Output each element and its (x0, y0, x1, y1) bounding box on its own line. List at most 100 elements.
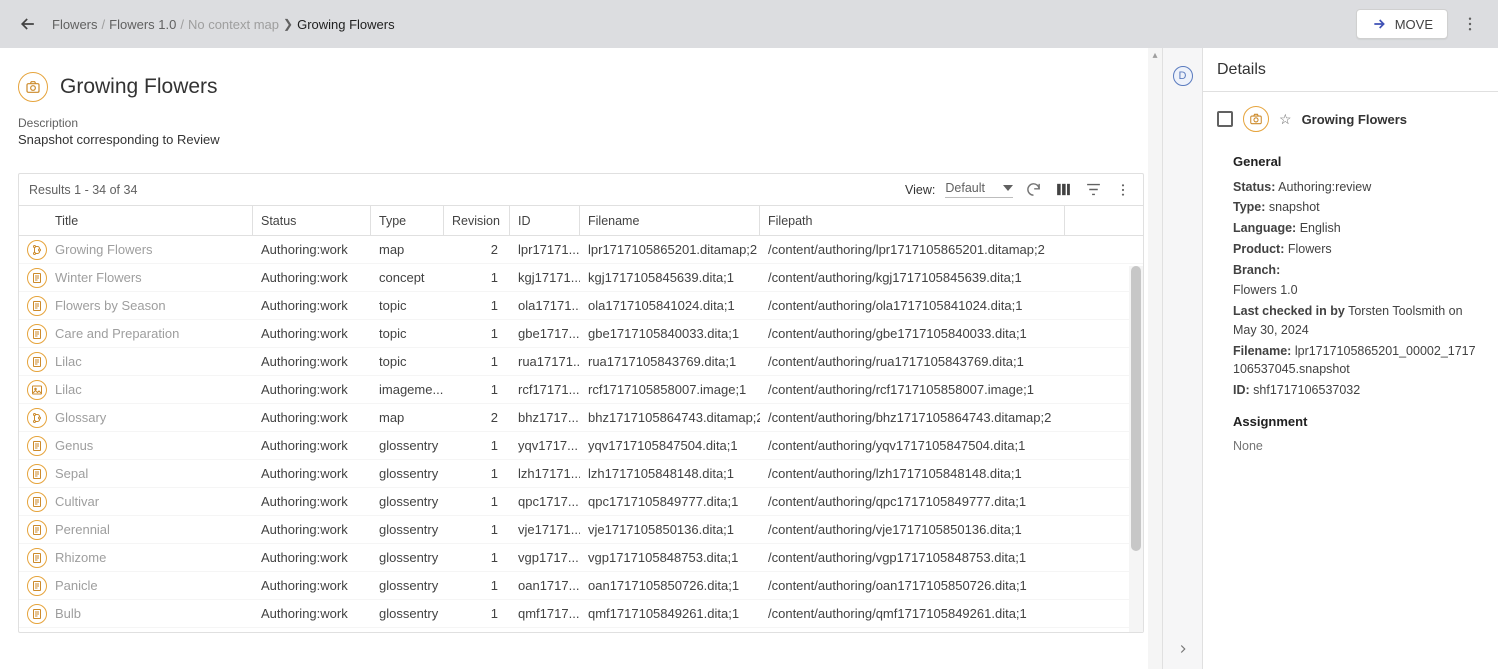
row-title-link[interactable]: Genus (55, 438, 93, 453)
collapse-panel[interactable] (1176, 642, 1190, 659)
table-row[interactable]: Care and PreparationAuthoring:worktopic1… (19, 320, 1143, 348)
row-type: glossentry (371, 488, 444, 515)
row-status: Authoring:work (253, 264, 371, 291)
refresh-button[interactable] (1023, 180, 1043, 200)
table-row[interactable]: LilacAuthoring:workimageme...1rcf17171..… (19, 376, 1143, 404)
row-title-link[interactable]: Lilac (55, 354, 82, 369)
row-id: qmf1717... (510, 600, 580, 627)
table-row[interactable]: GenusAuthoring:workglossentry1yqv1717...… (19, 432, 1143, 460)
table-row[interactable]: PanicleAuthoring:workglossentry1oan1717.… (19, 572, 1143, 600)
row-type-icon (27, 240, 47, 260)
row-title-link[interactable]: Care and Preparation (55, 326, 179, 341)
row-title-link[interactable]: Lilac (55, 382, 82, 397)
more-button[interactable] (1454, 8, 1486, 40)
row-title-link[interactable]: Sepal (55, 466, 88, 481)
main-content: Growing Flowers Description Snapshot cor… (0, 48, 1162, 669)
th-filepath[interactable]: Filepath (760, 206, 1065, 235)
move-button[interactable]: MOVE (1356, 9, 1448, 39)
th-title[interactable]: Title (55, 206, 253, 235)
row-revision: 1 (444, 376, 510, 403)
row-status: Authoring:work (253, 544, 371, 571)
scroll-thumb[interactable] (1131, 266, 1141, 551)
row-title-link[interactable]: Flowers by Season (55, 298, 166, 313)
crumb-1[interactable]: Flowers 1.0 (109, 17, 176, 32)
row-title-link[interactable]: Panicle (55, 578, 98, 593)
snapshot-icon (18, 72, 48, 102)
row-type: glossentry (371, 432, 444, 459)
table-row[interactable]: SepalAuthoring:workglossentry1lzh17171..… (19, 460, 1143, 488)
row-title-link[interactable]: Rhizome (55, 550, 106, 565)
details-toggle[interactable]: D (1173, 66, 1193, 86)
row-filename: rua1717105843769.dita;1 (580, 348, 760, 375)
row-id: vje17171... (510, 516, 580, 543)
columns-button[interactable] (1053, 180, 1073, 200)
row-filename: vje1717105850136.dita;1 (580, 516, 760, 543)
table-panel: Results 1 - 34 of 34 View: Default (18, 173, 1144, 633)
row-type: concept (371, 264, 444, 291)
main-scrollbar[interactable]: ▴ (1148, 48, 1162, 669)
row-type-icon (27, 548, 47, 568)
row-filepath: /content/authoring/kgj1717105845639.dita… (760, 264, 1065, 291)
row-revision: 1 (444, 460, 510, 487)
row-title-link[interactable]: Growing Flowers (55, 242, 153, 257)
select-checkbox[interactable] (1217, 111, 1233, 127)
document-icon (31, 440, 43, 452)
view-select[interactable]: Default (945, 181, 1013, 198)
row-filename: oan1717105850726.dita;1 (580, 572, 760, 599)
row-title-link[interactable]: Bulb (55, 606, 81, 621)
chevron-right-icon (1176, 642, 1190, 656)
table-row[interactable]: LilacAuthoring:worktopic1rua17171...rua1… (19, 348, 1143, 376)
table-row[interactable]: BulbAuthoring:workglossentry1qmf1717...q… (19, 600, 1143, 628)
page-title: Growing Flowers (60, 75, 218, 99)
row-filename: lpr1717105865201.ditamap;2 (580, 236, 760, 263)
breadcrumb: Flowers / Flowers 1.0 / No context map ❯… (52, 17, 395, 32)
row-type-icon (27, 604, 47, 624)
table-row[interactable]: Growing FlowersAuthoring:workmap2lpr1717… (19, 236, 1143, 264)
camera-icon (25, 79, 41, 95)
table-row[interactable]: Winter FlowersAuthoring:workconcept1kgj1… (19, 264, 1143, 292)
th-revision[interactable]: Revision (444, 206, 510, 235)
table-row[interactable]: PerennialAuthoring:workglossentry1vje171… (19, 516, 1143, 544)
row-type-icon (27, 324, 47, 344)
camera-icon (1249, 112, 1263, 126)
kv-label: Filename: (1233, 344, 1291, 358)
kv-value: English (1300, 221, 1341, 235)
columns-icon (1055, 181, 1072, 198)
crumb-0[interactable]: Flowers (52, 17, 98, 32)
row-type: glossentry (371, 544, 444, 571)
view-label: View: (905, 183, 935, 197)
table-row[interactable]: Flowers by SeasonAuthoring:worktopic1ola… (19, 292, 1143, 320)
table-row[interactable]: RhizomeAuthoring:workglossentry1vgp1717.… (19, 544, 1143, 572)
document-icon (31, 300, 43, 312)
scrollbar[interactable] (1129, 266, 1143, 632)
crumb-sep: / (102, 17, 106, 32)
map-tree-icon (31, 244, 43, 256)
filter-button[interactable] (1083, 180, 1103, 200)
back-button[interactable] (12, 8, 44, 40)
general-heading: General (1233, 152, 1482, 172)
table-row[interactable]: PollinationAuthoring:workglossentry1yql1… (19, 628, 1143, 632)
row-id: ola17171... (510, 292, 580, 319)
row-status: Authoring:work (253, 432, 371, 459)
row-title-link[interactable]: Perennial (55, 522, 110, 537)
row-title-link[interactable]: Winter Flowers (55, 270, 142, 285)
favorite-button[interactable]: ☆ (1279, 111, 1292, 128)
row-filename: qmf1717105849261.dita;1 (580, 600, 760, 627)
crumb-context: No context map (188, 17, 279, 32)
more-vert-icon (1461, 15, 1479, 33)
row-type-icon (27, 520, 47, 540)
th-status[interactable]: Status (253, 206, 371, 235)
row-title-link[interactable]: Glossary (55, 410, 106, 425)
th-id[interactable]: ID (510, 206, 580, 235)
table-row[interactable]: CultivarAuthoring:workglossentry1qpc1717… (19, 488, 1143, 516)
row-revision: 1 (444, 628, 510, 632)
row-id: yqv1717... (510, 432, 580, 459)
row-revision: 1 (444, 544, 510, 571)
row-filepath: /content/authoring/gbe1717105840033.dita… (760, 320, 1065, 347)
table-row[interactable]: GlossaryAuthoring:workmap2bhz1717...bhz1… (19, 404, 1143, 432)
row-filepath: /content/authoring/lpr1717105865201.dita… (760, 236, 1065, 263)
th-type[interactable]: Type (371, 206, 444, 235)
row-title-link[interactable]: Cultivar (55, 494, 99, 509)
th-filename[interactable]: Filename (580, 206, 760, 235)
table-more-button[interactable] (1113, 180, 1133, 200)
